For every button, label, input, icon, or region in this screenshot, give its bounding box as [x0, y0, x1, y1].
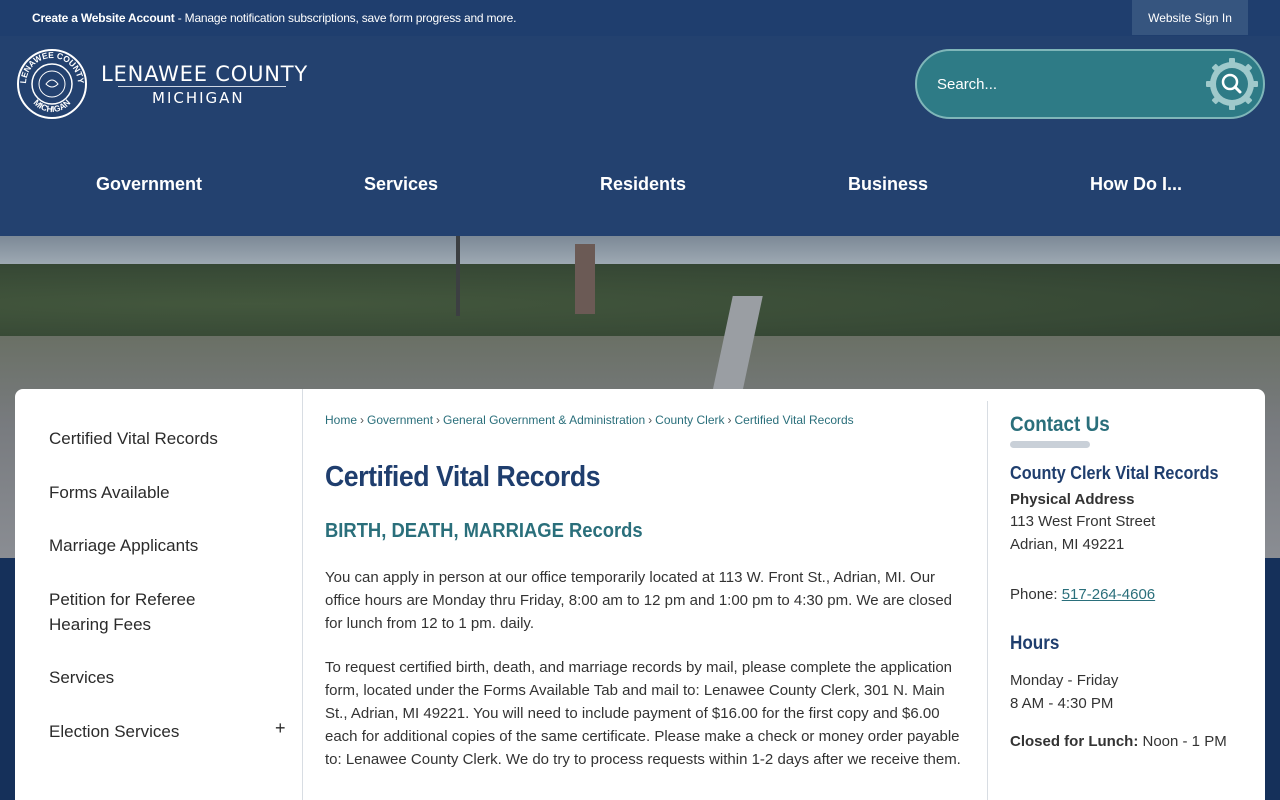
sign-in-button[interactable]: Website Sign In: [1132, 0, 1248, 35]
paragraph-by-mail: To request certified birth, death, and m…: [325, 659, 961, 768]
hours-time: 8 AM - 4:30 PM: [1010, 695, 1114, 712]
lunch-label: Closed for Lunch:: [1010, 733, 1139, 750]
expand-plus-icon[interactable]: +: [275, 718, 286, 739]
nav-business[interactable]: Business: [848, 174, 928, 195]
breadcrumb-separator: ›: [648, 413, 653, 427]
sidebar-item-certified-vital-records[interactable]: Certified Vital Records: [49, 426, 269, 451]
sidebar-nav: Certified Vital Records Forms Available …: [15, 389, 303, 800]
banner-trees: [0, 264, 1280, 344]
create-account-bold[interactable]: Create a Website Account: [32, 11, 175, 25]
county-seal-logo[interactable]: LENAWEE COUNTY MICHIGAN: [16, 48, 88, 120]
sidebar-item-services[interactable]: Services: [49, 665, 269, 690]
phone-link[interactable]: 517-264-4606: [1062, 586, 1155, 603]
paragraph-in-person: You can apply in person at our office te…: [325, 569, 953, 632]
breadcrumb-government[interactable]: Government: [367, 413, 433, 427]
phone-label: Phone:: [1010, 586, 1062, 603]
contact-department: County Clerk Vital Records: [1010, 463, 1219, 483]
create-account-description: - Manage notification subscriptions, sav…: [174, 11, 517, 25]
breadcrumb-general-government[interactable]: General Government & Administration: [443, 413, 645, 427]
address-line2: Adrian, MI 49221: [1010, 536, 1125, 553]
banner-radio-mast: [456, 236, 460, 316]
search-icon: [1206, 58, 1258, 110]
breadcrumb-separator: ›: [436, 413, 441, 427]
phone-row: Phone: 517-264-4606: [1010, 586, 1155, 603]
nav-government[interactable]: Government: [96, 174, 202, 195]
sidebar-item-election-services[interactable]: Election Services: [49, 719, 269, 744]
breadcrumb-county-clerk[interactable]: County Clerk: [655, 413, 724, 427]
hours-title: Hours: [1010, 633, 1060, 654]
lunch-row: Closed for Lunch: Noon - 1 PM: [1010, 733, 1227, 750]
sidebar-item-marriage-applicants[interactable]: Marriage Applicants: [49, 533, 269, 558]
sidebar-item-petition-referee-fees[interactable]: Petition for Referee Hearing Fees: [49, 587, 209, 637]
create-account-link[interactable]: Create a Website Account - Manage notifi…: [32, 11, 516, 25]
nav-residents[interactable]: Residents: [600, 174, 686, 195]
content-card: Certified Vital Records Forms Available …: [15, 389, 1265, 800]
search-button[interactable]: [1203, 55, 1261, 113]
breadcrumb-current[interactable]: Certified Vital Records: [735, 413, 854, 427]
logo-divider: [118, 86, 286, 87]
contact-title: Contact Us: [1010, 413, 1110, 436]
search-box[interactable]: Search...: [915, 49, 1265, 119]
svg-text:LENAWEE COUNTY: LENAWEE COUNTY: [18, 50, 86, 84]
nav-services[interactable]: Services: [364, 174, 438, 195]
sidebar-item-forms-available[interactable]: Forms Available: [49, 480, 269, 505]
breadcrumb: Home › Government › General Government & Adm…: [325, 413, 854, 427]
svg-text:MICHIGAN: MICHIGAN: [32, 97, 73, 114]
logo-county-name[interactable]: LENAWEE COUNTY: [101, 62, 308, 86]
seal-bottom-text: MICHIGAN: [32, 97, 73, 114]
nav-how-do-i[interactable]: How Do I...: [1090, 174, 1182, 195]
utility-bar: Create a Website Account - Manage notifi…: [0, 0, 1280, 36]
site-header: LENAWEE COUNTY MICHIGAN LENAWEE COUNTY M…: [0, 36, 1280, 236]
contact-title-underline: [1010, 441, 1090, 448]
page-title: Certified Vital Records: [325, 461, 601, 493]
main-nav: Government Services Residents Business H…: [0, 166, 1280, 206]
search-input[interactable]: Search...: [937, 76, 997, 93]
address-label: Physical Address: [1010, 491, 1135, 508]
hours-days: Monday - Friday: [1010, 672, 1119, 689]
banner-courthouse-tower: [575, 244, 595, 314]
address-line1: 113 West Front Street: [1010, 513, 1156, 530]
breadcrumb-separator: ›: [360, 413, 365, 427]
logo-state-name[interactable]: MICHIGAN: [152, 89, 245, 107]
lunch-time: Noon - 1 PM: [1138, 733, 1227, 750]
seal-top-text: LENAWEE COUNTY: [18, 50, 86, 84]
breadcrumb-separator: ›: [727, 413, 732, 427]
breadcrumb-home[interactable]: Home: [325, 413, 357, 427]
aside-divider: [987, 401, 988, 800]
section-heading: BIRTH, DEATH, MARRIAGE Records: [325, 520, 643, 542]
